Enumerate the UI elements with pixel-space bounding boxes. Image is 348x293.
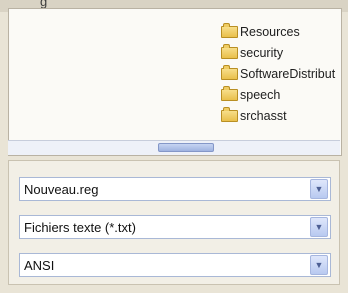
folder-label: security [240,45,284,60]
file-name-value: Nouveau.reg [24,181,99,197]
folder-list: Resources security SoftwareDistribut spe… [221,21,335,126]
folder-item-srchasst[interactable]: srchasst [221,105,335,126]
folder-label: srchasst [240,108,287,123]
chevron-down-icon[interactable]: ▼ [310,255,328,275]
folder-item-softwaredistribution[interactable]: SoftwareDistribut [221,63,335,84]
folder-item-resources[interactable]: Resources [221,21,335,42]
folder-item-security[interactable]: security [221,42,335,63]
chevron-down-icon[interactable]: ▼ [310,217,328,237]
encoding-value: ANSI [24,257,55,273]
folder-label: speech [240,87,281,102]
scroll-thumb[interactable] [158,143,214,152]
folder-item-speech[interactable]: speech [221,84,335,105]
folder-icon [221,43,238,59]
file-type-combo[interactable]: Fichiers texte (*.txt) ▼ [19,215,331,239]
encoding-combo[interactable]: ANSI ▼ [19,253,331,277]
folder-label: Resources [240,24,300,39]
chevron-down-icon[interactable]: ▼ [310,179,328,199]
file-type-value: Fichiers texte (*.txt) [24,219,136,235]
horizontal-scrollbar[interactable] [8,140,340,155]
file-list-pane[interactable]: Resources security SoftwareDistribut spe… [8,8,342,156]
folder-icon [221,106,238,122]
file-name-combo[interactable]: Nouveau.reg ▼ [19,177,331,201]
folder-icon [221,85,238,101]
folder-label: SoftwareDistribut [240,66,336,81]
save-options-panel: Nouveau.reg ▼ Fichiers texte (*.txt) ▼ A… [8,160,340,285]
folder-icon [221,22,238,38]
folder-icon [221,64,238,80]
